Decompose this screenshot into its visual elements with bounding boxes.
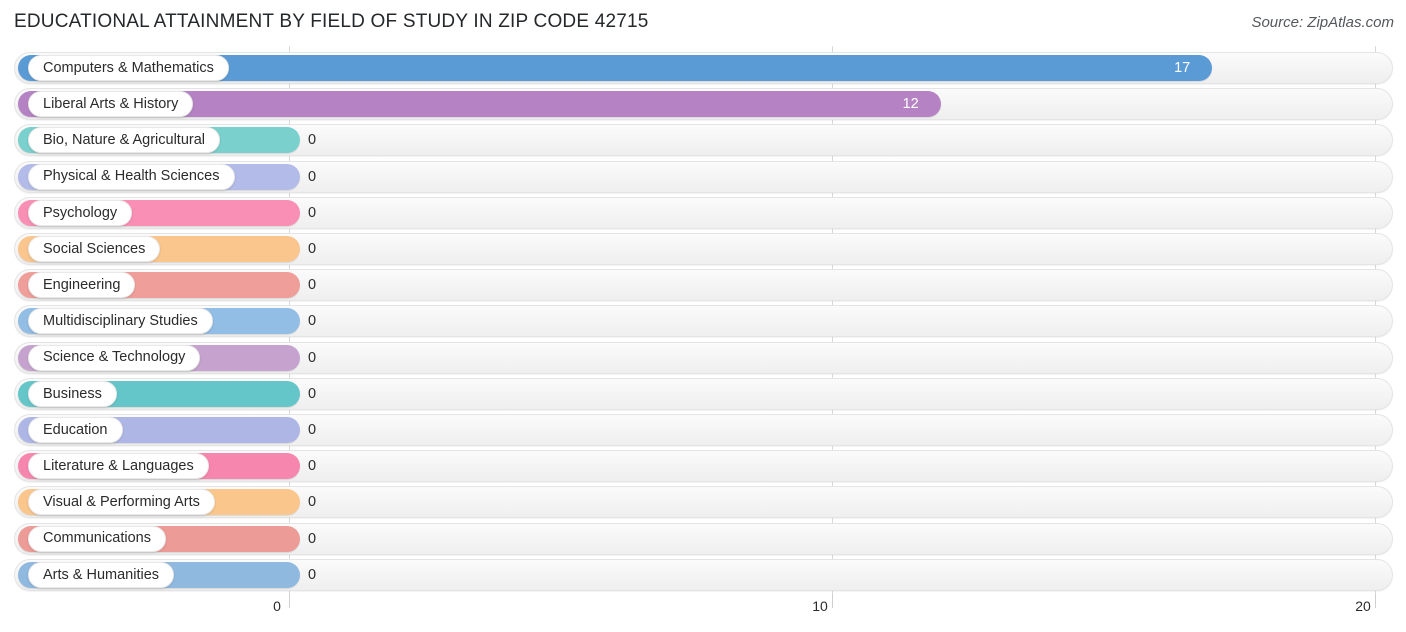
category-label: Liberal Arts & History bbox=[43, 95, 179, 112]
bar-row[interactable]: Psychology 0 bbox=[0, 196, 1406, 229]
bar-value-label: 0 bbox=[308, 132, 317, 149]
bar-row[interactable]: Bio, Nature & Agricultural 0 bbox=[0, 124, 1406, 157]
category-label: Education bbox=[43, 421, 108, 438]
bar-value-label: 0 bbox=[308, 241, 317, 257]
bar-value-label: 0 bbox=[308, 566, 317, 583]
category-label: Science & Technology bbox=[43, 349, 186, 366]
category-label: Psychology bbox=[43, 204, 118, 221]
bar-value-label: 0 bbox=[308, 349, 317, 366]
category-label-pill: Science & Technology bbox=[28, 344, 201, 371]
category-label: Communications bbox=[43, 530, 151, 547]
bar-row[interactable]: Social Sciences 0 bbox=[0, 233, 1406, 265]
category-label-pill: Psychology bbox=[28, 199, 133, 226]
bar-value-label: 0 bbox=[308, 458, 317, 475]
category-label-pill: Education bbox=[28, 417, 123, 443]
category-label-pill: Literature & Languages bbox=[28, 453, 209, 480]
page-title: EDUCATIONAL ATTAINMENT BY FIELD OF STUDY… bbox=[14, 11, 649, 32]
bar-value-label: 0 bbox=[308, 422, 317, 438]
category-label: Literature & Languages bbox=[43, 457, 194, 474]
category-label: Physical & Health Sciences bbox=[43, 168, 220, 185]
chart-header: EDUCATIONAL ATTAINMENT BY FIELD OF STUDY… bbox=[0, 0, 1406, 46]
bar-row[interactable]: Engineering 0 bbox=[0, 269, 1406, 302]
category-label-pill: Multidisciplinary Studies bbox=[28, 308, 213, 335]
category-label-pill: Computers & Mathematics bbox=[28, 55, 229, 81]
bar-row[interactable]: Literature & Languages 0 bbox=[0, 450, 1406, 483]
category-label: Multidisciplinary Studies bbox=[43, 313, 198, 330]
x-axis: 0 10 20 bbox=[0, 594, 1406, 632]
category-label-pill: Business bbox=[28, 380, 117, 407]
bar-row[interactable]: Multidisciplinary Studies 0 bbox=[0, 305, 1406, 338]
x-tick-mark bbox=[832, 594, 833, 608]
x-tick-label-20: 20 bbox=[1355, 598, 1371, 614]
category-label-pill: Communications bbox=[28, 525, 166, 552]
bar-value-label: 0 bbox=[308, 277, 317, 294]
category-label: Visual & Performing Arts bbox=[43, 494, 200, 511]
category-label: Engineering bbox=[43, 276, 121, 293]
category-label-pill: Visual & Performing Arts bbox=[28, 489, 215, 516]
category-label: Arts & Humanities bbox=[43, 566, 160, 583]
category-label-pill: Engineering bbox=[28, 272, 136, 299]
plot-area: Computers & Mathematics 17 Liberal Arts & … bbox=[0, 46, 1406, 594]
bar-value-label: 0 bbox=[308, 168, 317, 185]
bar-row[interactable]: Visual & Performing Arts 0 bbox=[0, 486, 1406, 519]
bar-value-label: 0 bbox=[308, 494, 317, 511]
x-tick-mark bbox=[1375, 594, 1376, 608]
bar-value-label: 0 bbox=[308, 204, 317, 221]
bar-row[interactable]: Computers & Mathematics 17 bbox=[0, 52, 1406, 84]
chart-page: EDUCATIONAL ATTAINMENT BY FIELD OF STUDY… bbox=[0, 0, 1406, 632]
x-tick-label-0: 0 bbox=[273, 598, 281, 614]
category-label-pill: Physical & Health Sciences bbox=[28, 163, 235, 190]
category-label-pill: Bio, Nature & Agricultural bbox=[28, 127, 220, 154]
bar-value-label: 17 bbox=[1174, 60, 1191, 76]
bar-value-label: 0 bbox=[308, 530, 317, 547]
bar-row[interactable]: Arts & Humanities 0 bbox=[0, 558, 1406, 591]
bar-row[interactable]: Science & Technology 0 bbox=[0, 341, 1406, 374]
bar-row[interactable]: Physical & Health Sciences 0 bbox=[0, 160, 1406, 193]
category-label: Bio, Nature & Agricultural bbox=[43, 132, 205, 149]
category-label-pill: Social Sciences bbox=[28, 236, 161, 262]
bar-row[interactable]: Liberal Arts & History 12 bbox=[0, 88, 1406, 121]
category-label-pill: Arts & Humanities bbox=[28, 561, 175, 588]
bar-row[interactable]: Education 0 bbox=[0, 414, 1406, 446]
bar-value-label: 0 bbox=[308, 313, 317, 330]
bar-value-label: 0 bbox=[308, 385, 317, 402]
bar-row[interactable]: Business 0 bbox=[0, 377, 1406, 410]
category-label: Computers & Mathematics bbox=[43, 59, 214, 76]
bar-rows: Computers & Mathematics 17 Liberal Arts & … bbox=[0, 46, 1406, 594]
category-label-pill: Liberal Arts & History bbox=[28, 91, 194, 118]
source-attribution: Source: ZipAtlas.com bbox=[1251, 14, 1394, 31]
x-tick-mark bbox=[289, 594, 290, 608]
x-tick-label-10: 10 bbox=[812, 598, 828, 614]
category-label: Business bbox=[43, 385, 102, 402]
bar-value-label: 12 bbox=[902, 96, 919, 113]
category-label: Social Sciences bbox=[43, 240, 146, 257]
bar-row[interactable]: Communications 0 bbox=[0, 522, 1406, 555]
